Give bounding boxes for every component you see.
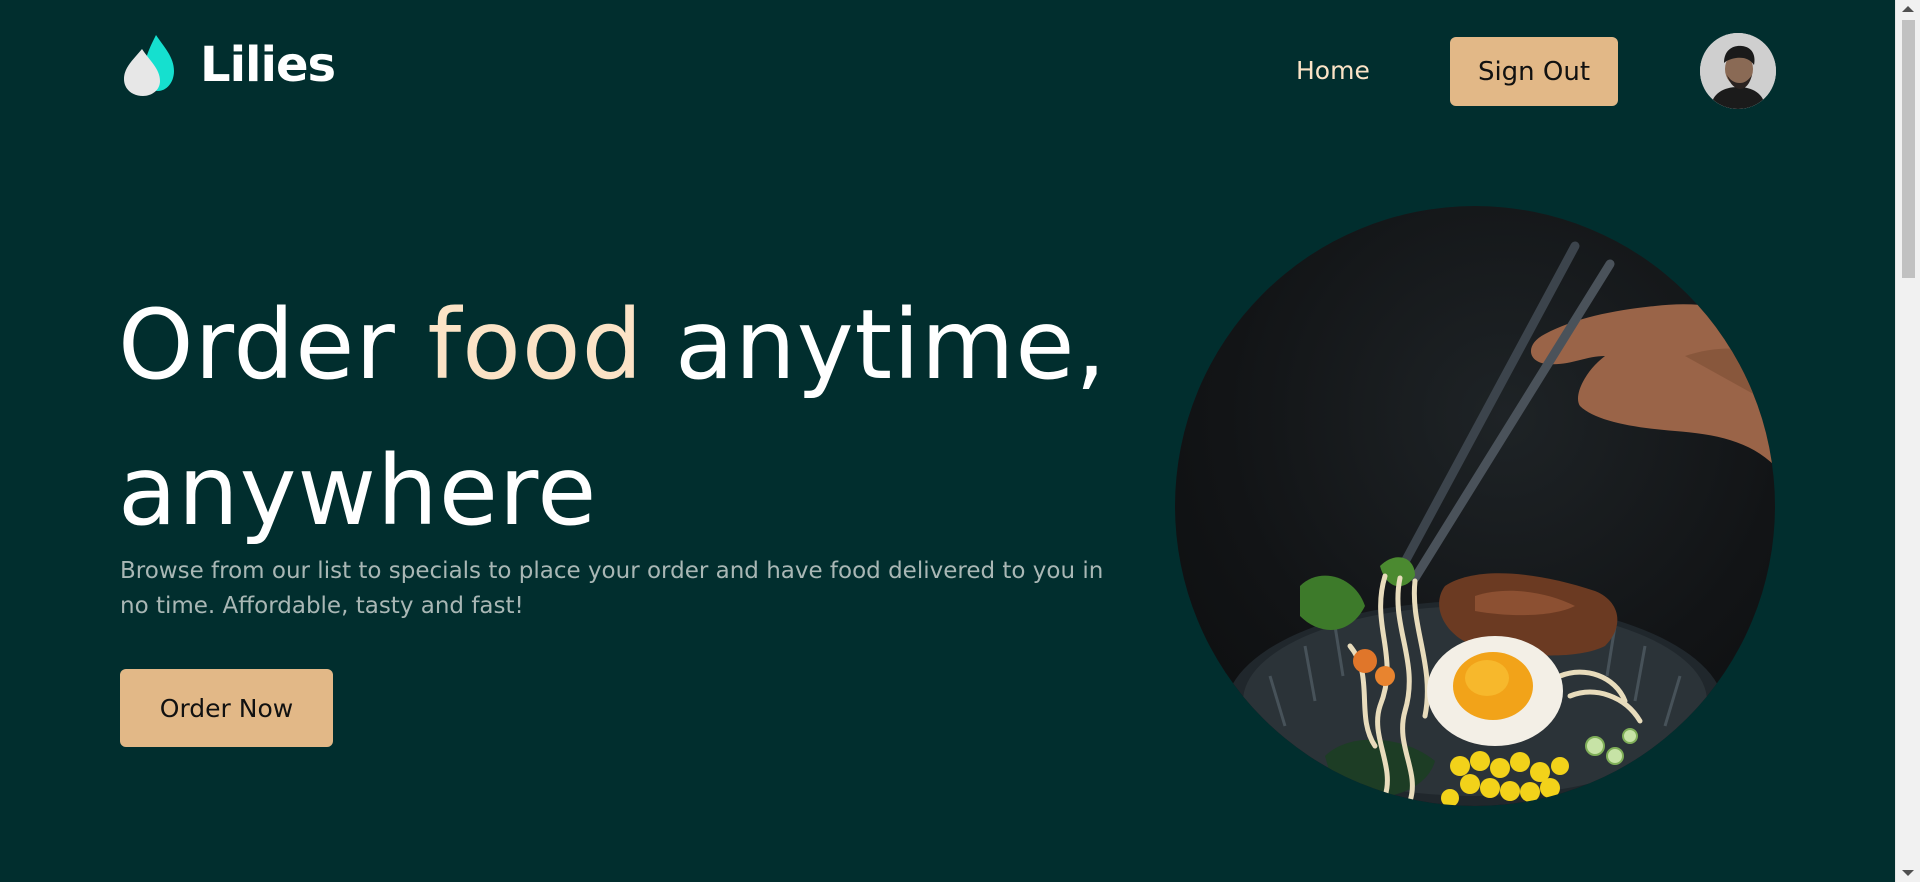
brand-name: Lilies bbox=[200, 37, 336, 93]
droplet-logo-icon bbox=[124, 35, 174, 96]
ramen-bowl-illustration bbox=[1225, 241, 1775, 806]
page-scrollbar[interactable] bbox=[1895, 0, 1920, 882]
user-avatar[interactable] bbox=[1700, 33, 1776, 109]
landing-page: Lilies Home Sign Out Order food anytime,… bbox=[0, 0, 1895, 882]
hero-title: Order food anytime, anywhere bbox=[118, 272, 1107, 564]
scroll-down-arrow-icon[interactable] bbox=[1902, 870, 1914, 876]
avatar-photo bbox=[1700, 33, 1776, 109]
nav-home-link[interactable]: Home bbox=[1296, 56, 1370, 85]
sign-out-button[interactable]: Sign Out bbox=[1450, 37, 1618, 106]
hero-title-part2: anytime, bbox=[643, 289, 1107, 401]
hero-title-part1: Order bbox=[118, 289, 428, 401]
hero-food-image bbox=[1175, 206, 1775, 806]
scroll-thumb[interactable] bbox=[1902, 20, 1915, 278]
hero-title-line2: anywhere bbox=[118, 435, 598, 547]
order-now-button[interactable]: Order Now bbox=[120, 669, 333, 747]
scroll-up-arrow-icon[interactable] bbox=[1902, 6, 1914, 12]
brand-logo[interactable]: Lilies bbox=[120, 33, 336, 97]
hero-description: Browse from our list to specials to plac… bbox=[120, 558, 1104, 619]
hero-title-accent: food bbox=[427, 289, 644, 401]
